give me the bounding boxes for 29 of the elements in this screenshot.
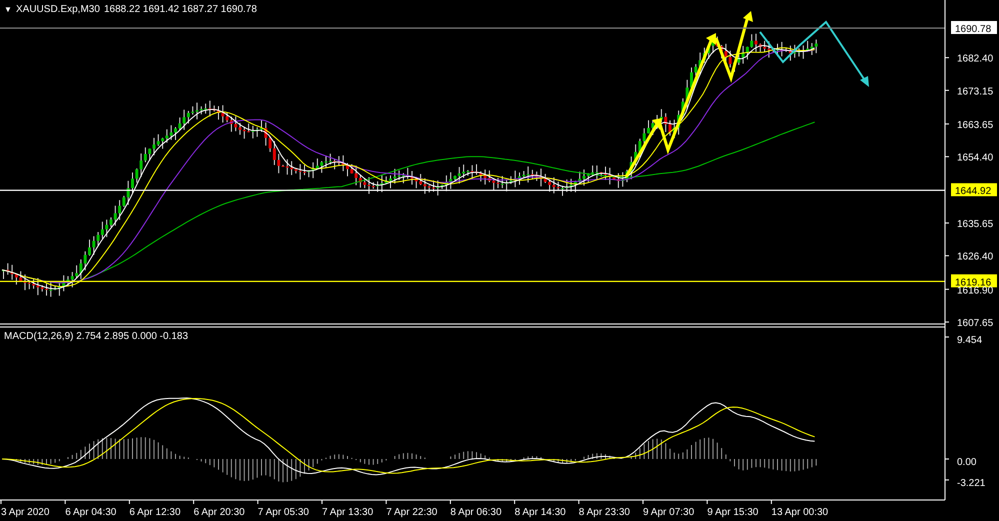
- price-level-label: 1690.78: [951, 21, 997, 35]
- price-axis-label: 1607.65: [957, 318, 994, 330]
- time-axis-label: 9 Apr 15:30: [707, 507, 758, 518]
- time-axis-label: 6 Apr 20:30: [194, 507, 245, 518]
- price-axis-label: 1673.15: [957, 86, 994, 98]
- time-axis-label: 8 Apr 06:30: [450, 507, 502, 518]
- time-axis-label: 6 Apr 12:30: [129, 507, 181, 518]
- time-axis-label: 8 Apr 14:30: [514, 507, 566, 518]
- time-axis-label: 13 Apr 00:30: [771, 507, 828, 518]
- time-axis-label: 8 Apr 23:30: [578, 507, 630, 518]
- time-axis-label: 7 Apr 05:30: [258, 507, 309, 518]
- ohlc-quote: 1688.22 1691.42 1687.27 1690.78: [104, 4, 257, 15]
- price-axis-label: 1635.65: [957, 219, 994, 230]
- macd-axis-label: 9.454: [957, 335, 982, 346]
- time-axis-label: 7 Apr 22:30: [386, 507, 438, 518]
- price-axis-label: 1682.40: [957, 54, 994, 65]
- macd-axis-label: 0.00: [957, 457, 976, 468]
- symbol-label: XAUUSD.Exp,M30: [16, 4, 100, 15]
- price-axis-label: 1626.40: [957, 252, 994, 263]
- time-axis-label: 9 Apr 07:30: [643, 507, 694, 518]
- price-axis-label: 1654.40: [957, 152, 994, 164]
- price-level-label: 1644.92: [951, 183, 997, 198]
- time-axis-label: 6 Apr 04:30: [65, 507, 116, 518]
- collapse-toggle[interactable]: ▼: [4, 5, 12, 14]
- macd-axis-label: -3.221: [957, 478, 986, 489]
- time-axis-label: 7 Apr 13:30: [322, 507, 374, 518]
- macd-label: MACD(12,26,9) 2.754 2.895 0.000 -0.183: [4, 331, 188, 342]
- price-axis-label: 1663.65: [957, 120, 994, 131]
- time-axis-label: 3 Apr 2020: [1, 507, 50, 518]
